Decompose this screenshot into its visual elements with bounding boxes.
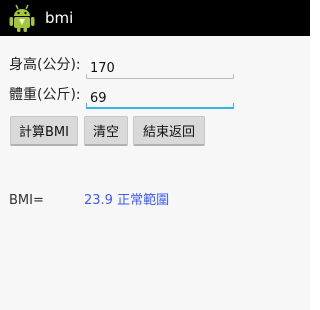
height-input-tick-right: [233, 74, 234, 78]
clear-button[interactable]: 清空: [84, 116, 128, 146]
height-input-underline: [86, 78, 234, 79]
weight-input[interactable]: [86, 86, 234, 108]
app-title: bmi: [45, 9, 74, 27]
action-bar: bmi: [0, 0, 310, 36]
exit-return-button[interactable]: 結束返回: [133, 116, 205, 146]
height-input[interactable]: [86, 56, 234, 78]
weight-input-tick-right: [233, 103, 234, 107]
bmi-label: BMI=: [9, 193, 44, 208]
weight-input-tick-left: [86, 103, 87, 107]
calculate-bmi-button[interactable]: 計算BMI: [10, 116, 78, 146]
bmi-result-value: 23.9 正常範圍: [84, 193, 170, 208]
weight-input-focus-underline: [86, 107, 234, 109]
android-robot-icon[interactable]: [6, 3, 38, 33]
height-label: 身高(公分):: [9, 57, 81, 73]
weight-label: 體重(公斤):: [9, 87, 81, 103]
main-content: 身高(公分): 體重(公斤):: [0, 36, 310, 310]
height-input-tick-left: [86, 74, 87, 78]
